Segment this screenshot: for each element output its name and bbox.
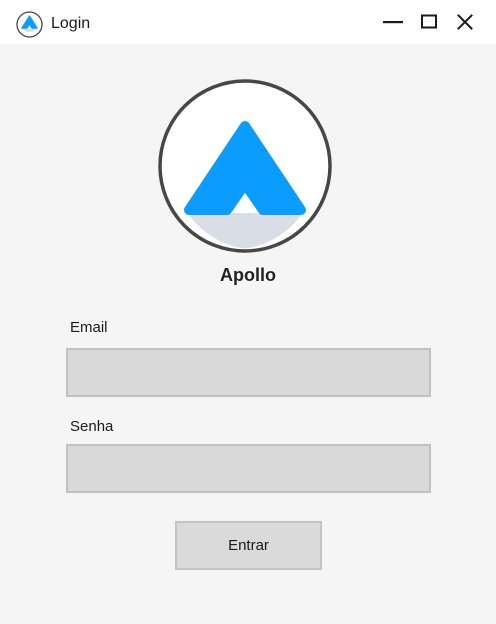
window-title: Login xyxy=(51,15,91,32)
password-field[interactable] xyxy=(66,444,431,493)
email-label: Email xyxy=(70,319,108,336)
app-name: Apollo xyxy=(220,265,276,285)
login-window: Login Apollo Email Senha Entrar xyxy=(0,0,496,624)
email-field[interactable] xyxy=(66,348,431,397)
apollo-logo xyxy=(157,78,333,254)
maximize-icon xyxy=(421,14,437,29)
close-icon xyxy=(457,14,473,30)
minimize-button[interactable] xyxy=(381,10,405,34)
minimize-icon xyxy=(383,21,403,24)
password-label: Senha xyxy=(70,418,114,435)
login-form-area: Apollo Email Senha Entrar xyxy=(0,44,496,624)
title-bar: Login xyxy=(0,0,496,44)
apollo-logo-icon xyxy=(158,79,332,253)
close-button[interactable] xyxy=(453,10,477,34)
maximize-button[interactable] xyxy=(417,10,441,34)
login-button[interactable]: Entrar xyxy=(175,521,322,570)
apollo-logo-icon xyxy=(16,11,43,38)
